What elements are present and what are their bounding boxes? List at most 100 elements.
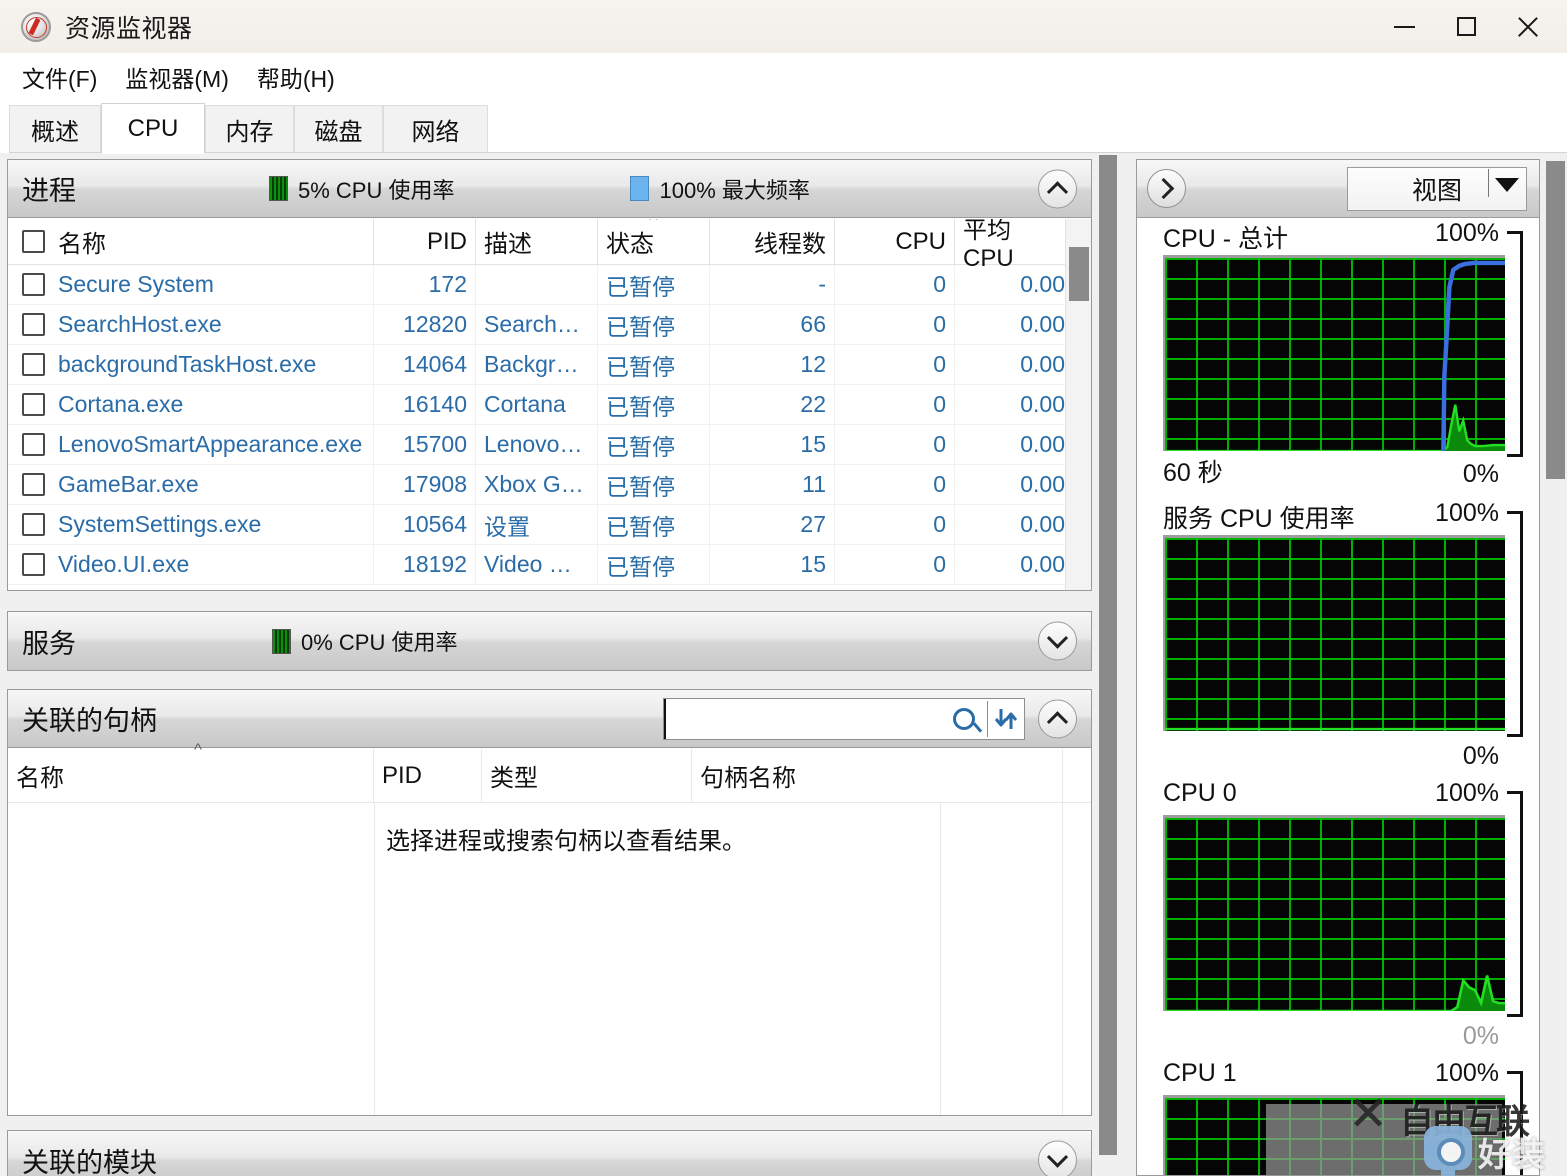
tab-disk[interactable]: 磁盘 bbox=[294, 105, 383, 153]
cell-name: GameBar.exe bbox=[58, 471, 199, 497]
graph-plot-area bbox=[1163, 815, 1505, 1011]
services-expand-button[interactable] bbox=[1038, 621, 1077, 661]
cell-status: 已暂停 bbox=[598, 265, 710, 304]
cell-pid: 12820 bbox=[374, 305, 476, 344]
graph-min-label: 0% bbox=[1462, 1022, 1499, 1050]
menu-item-monitor[interactable]: 监视器(M) bbox=[111, 56, 242, 98]
chevron-down-icon[interactable] bbox=[1495, 178, 1519, 192]
menu-item-help[interactable]: 帮助(H) bbox=[243, 56, 349, 98]
graph-series bbox=[1165, 727, 1505, 731]
column-header-pid[interactable]: PID bbox=[374, 219, 476, 264]
column-header-name[interactable]: 名称 bbox=[8, 219, 374, 264]
divider bbox=[1488, 169, 1489, 197]
cell-description: Video … bbox=[476, 545, 598, 584]
graph-time-range: 60 秒 bbox=[1163, 459, 1223, 487]
axis-bracket bbox=[1507, 1071, 1523, 1175]
processes-cpu-usage-label: 5% CPU 使用率 bbox=[298, 177, 455, 203]
search-icon[interactable] bbox=[953, 707, 975, 730]
window-title: 资源监视器 bbox=[65, 14, 193, 43]
tab-network[interactable]: 网络 bbox=[383, 105, 488, 153]
row-checkbox[interactable] bbox=[22, 313, 45, 336]
graph-title: CPU 0 bbox=[1163, 779, 1237, 807]
tab-cpu[interactable]: CPU bbox=[101, 103, 205, 154]
cell-name: Video.UI.exe bbox=[58, 551, 190, 577]
cell-threads: 27 bbox=[710, 505, 835, 544]
handles-column-header-name[interactable]: ^ 名称 bbox=[8, 741, 374, 802]
row-checkbox[interactable] bbox=[22, 393, 45, 416]
handles-collapse-button[interactable] bbox=[1038, 699, 1077, 738]
table-row[interactable]: SystemSettings.exe 10564 设置 已暂停 27 0 0.0… bbox=[8, 505, 1091, 545]
handles-column-header-handle-name[interactable]: 句柄名称 bbox=[692, 749, 1089, 802]
row-checkbox[interactable] bbox=[22, 353, 45, 376]
modules-panel-header[interactable]: 关联的模块 bbox=[8, 1131, 1091, 1176]
table-row[interactable]: GameBar.exe 17908 Xbox G… 已暂停 11 0 0.00 bbox=[8, 465, 1091, 505]
select-all-checkbox[interactable] bbox=[22, 230, 45, 253]
cell-status: 已暂停 bbox=[598, 505, 710, 544]
cell-pid: 17908 bbox=[374, 465, 476, 504]
minimize-button[interactable] bbox=[1373, 0, 1435, 53]
scrollbar-thumb[interactable] bbox=[1099, 155, 1117, 1155]
scrollbar-thumb[interactable] bbox=[1069, 247, 1089, 301]
services-panel-header[interactable]: 服务 0% CPU 使用率 bbox=[8, 612, 1091, 670]
graph-series bbox=[1165, 975, 1505, 1011]
refresh-search-icon[interactable] bbox=[988, 699, 1024, 739]
handles-panel-header[interactable]: 关联的句柄 bbox=[8, 690, 1091, 748]
tab-memory[interactable]: 内存 bbox=[205, 105, 294, 153]
main-vertical-scrollbar[interactable] bbox=[1097, 153, 1119, 1176]
expand-arrow-icon[interactable] bbox=[1147, 169, 1186, 208]
sort-ascending-icon: ^ bbox=[649, 219, 658, 229]
graph-title: CPU - 总计 bbox=[1163, 225, 1289, 253]
cell-threads: - bbox=[710, 265, 835, 304]
cell-description bbox=[476, 265, 598, 304]
row-checkbox[interactable] bbox=[22, 473, 45, 496]
processes-panel-header[interactable]: 进程 5% CPU 使用率 100% 最大频率 bbox=[8, 160, 1091, 218]
processes-panel: 进程 5% CPU 使用率 100% 最大频率 名称 PID 描述 ^ 状态 线… bbox=[7, 159, 1092, 591]
cell-average-cpu: 0.00 bbox=[1020, 511, 1065, 537]
chevron-up-icon bbox=[1046, 710, 1069, 732]
green-swatch-icon bbox=[272, 628, 291, 654]
watermark-shade bbox=[1266, 1104, 1502, 1176]
cell-name: SystemSettings.exe bbox=[58, 511, 262, 537]
handles-column-header-pid[interactable]: PID bbox=[374, 749, 482, 802]
processes-grid-header: 名称 PID 描述 ^ 状态 线程数 CPU 平均 CPU bbox=[8, 219, 1091, 272]
menu-bar: 文件(F) 监视器(M) 帮助(H) bbox=[0, 53, 1567, 101]
handles-column-header-type[interactable]: 类型 bbox=[482, 749, 692, 802]
graph-cpu-0: CPU 0 100% 0% bbox=[1137, 779, 1539, 1059]
processes-collapse-button[interactable] bbox=[1038, 169, 1077, 208]
row-checkbox[interactable] bbox=[22, 513, 45, 536]
graphs-vertical-scrollbar[interactable] bbox=[1544, 159, 1566, 1176]
row-checkbox[interactable] bbox=[22, 273, 45, 296]
maximize-icon bbox=[1456, 17, 1476, 36]
column-header-cpu[interactable]: CPU bbox=[835, 219, 955, 264]
table-row[interactable]: LenovoSmartAppearance.exe 15700 Lenovo… … bbox=[8, 425, 1091, 465]
scrollbar-thumb[interactable] bbox=[1546, 161, 1565, 479]
column-header-description[interactable]: 描述 bbox=[476, 219, 598, 264]
cell-average-cpu: 0.00 bbox=[1020, 551, 1065, 577]
table-row[interactable]: SearchHost.exe 12820 Search… 已暂停 66 0 0.… bbox=[8, 305, 1091, 345]
graph-min-label: 0% bbox=[1462, 742, 1499, 770]
cell-threads: 66 bbox=[710, 305, 835, 344]
table-row[interactable]: Cortana.exe 16140 Cortana 已暂停 22 0 0.00 bbox=[8, 385, 1091, 425]
row-checkbox[interactable] bbox=[22, 553, 45, 576]
menu-item-file[interactable]: 文件(F) bbox=[8, 56, 111, 98]
processes-cpu-usage-stat: 5% CPU 使用率 bbox=[269, 173, 454, 205]
column-header-status[interactable]: ^ 状态 bbox=[598, 219, 710, 264]
handle-search-box[interactable] bbox=[663, 697, 1025, 740]
left-column: 进程 5% CPU 使用率 100% 最大频率 名称 PID 描述 ^ 状态 线… bbox=[7, 159, 1092, 1176]
table-row[interactable]: backgroundTaskHost.exe 14064 Backgr… 已暂停… bbox=[8, 345, 1091, 385]
handles-empty-message: 选择进程或搜索句柄以查看结果。 bbox=[386, 828, 746, 855]
tab-overview[interactable]: 概述 bbox=[9, 105, 101, 153]
modules-expand-button[interactable] bbox=[1038, 1140, 1077, 1176]
row-checkbox[interactable] bbox=[22, 433, 45, 456]
close-button[interactable] bbox=[1497, 0, 1559, 53]
cell-name: Secure System bbox=[58, 271, 214, 297]
table-row[interactable]: Video.UI.exe 18192 Video … 已暂停 15 0 0.00 bbox=[8, 545, 1091, 585]
maximize-button[interactable] bbox=[1435, 0, 1497, 53]
search-input[interactable] bbox=[664, 698, 953, 739]
cell-description: 设置 bbox=[476, 505, 598, 544]
column-header-average-cpu[interactable]: 平均 CPU bbox=[955, 219, 1073, 272]
table-row[interactable]: Secure System 172 已暂停 - 0 0.00 bbox=[8, 265, 1091, 305]
chevron-down-icon bbox=[1046, 627, 1069, 649]
column-header-threads[interactable]: 线程数 bbox=[710, 219, 835, 264]
processes-vertical-scrollbar[interactable] bbox=[1065, 219, 1091, 590]
